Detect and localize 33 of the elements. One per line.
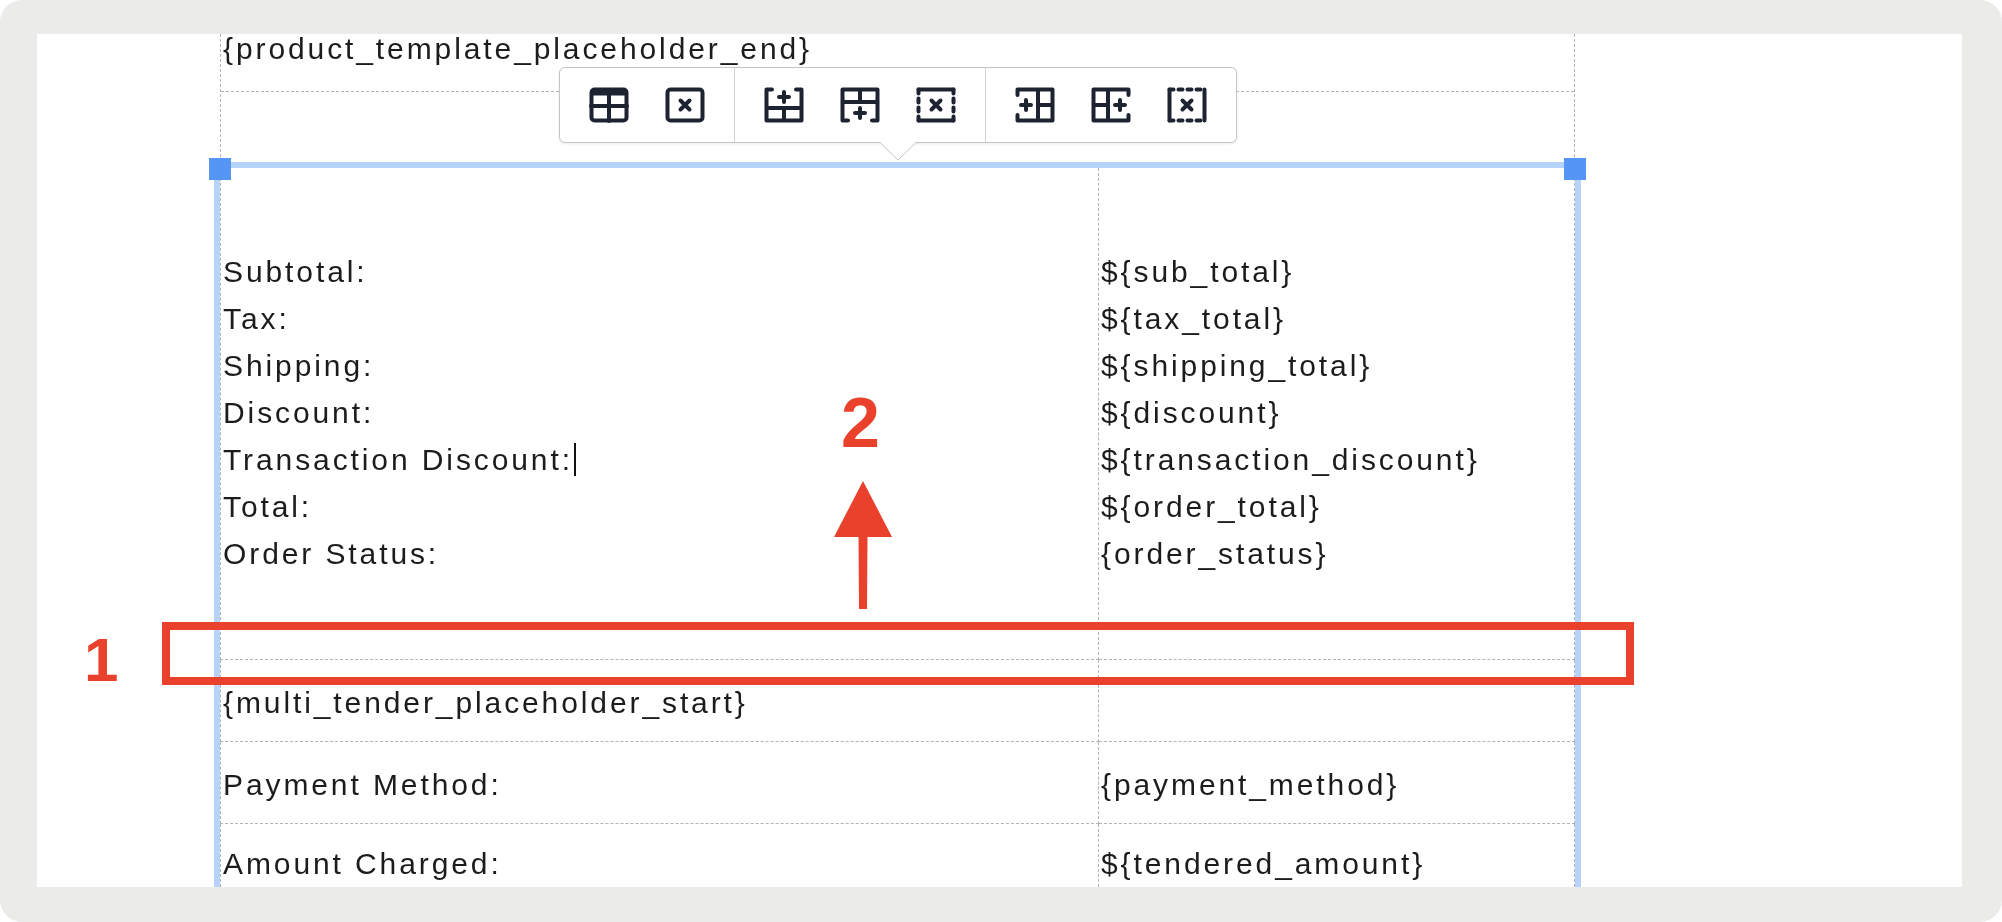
resize-handle[interactable] (209, 158, 231, 180)
annotation-number: 1 (84, 629, 119, 691)
field-label: Shipping: (223, 348, 375, 384)
field-label: Discount: (223, 395, 375, 431)
template-variable: ${discount} (1101, 395, 1282, 431)
template-variable: ${transaction_discount} (1101, 442, 1480, 478)
resize-handle[interactable] (1564, 158, 1586, 180)
template-variable: ${sub_total} (1101, 254, 1295, 290)
annotation-number: 2 (841, 388, 880, 458)
template-variable: {order_status} (1101, 536, 1329, 572)
empty-table-cell[interactable] (1099, 660, 1575, 742)
template-variable: ${order_total} (1101, 489, 1322, 525)
field-label: Payment Method: (223, 768, 502, 802)
template-variable: ${shipping_total} (1101, 348, 1373, 384)
square-x-icon (665, 87, 705, 123)
table-plus-top-icon (764, 87, 804, 123)
field-label: Order Status: (223, 536, 440, 572)
field-label: Amount Charged: (223, 847, 502, 881)
template-variable: {payment_method} (1101, 768, 1400, 802)
field-label: Subtotal: (223, 254, 368, 290)
table-x-row-icon (916, 87, 956, 123)
table-plus-left-icon (1015, 87, 1055, 123)
table-plus-right-icon (1091, 87, 1131, 123)
field-label: {multi_tender_placeholder_start} (223, 686, 748, 720)
template-variable: ${tendered_amount} (1101, 847, 1426, 881)
field-label: Transaction Discount: (223, 442, 573, 478)
template-variable: ${tax_total} (1101, 301, 1286, 337)
table-plus-bottom-icon (840, 87, 880, 123)
template-tag: {product_template_placeholder_end} (223, 34, 812, 64)
field-label: Total: (223, 489, 313, 525)
table-x-column-icon (1167, 87, 1207, 123)
field-label: Tax: (223, 301, 290, 337)
table-icon (589, 87, 629, 123)
